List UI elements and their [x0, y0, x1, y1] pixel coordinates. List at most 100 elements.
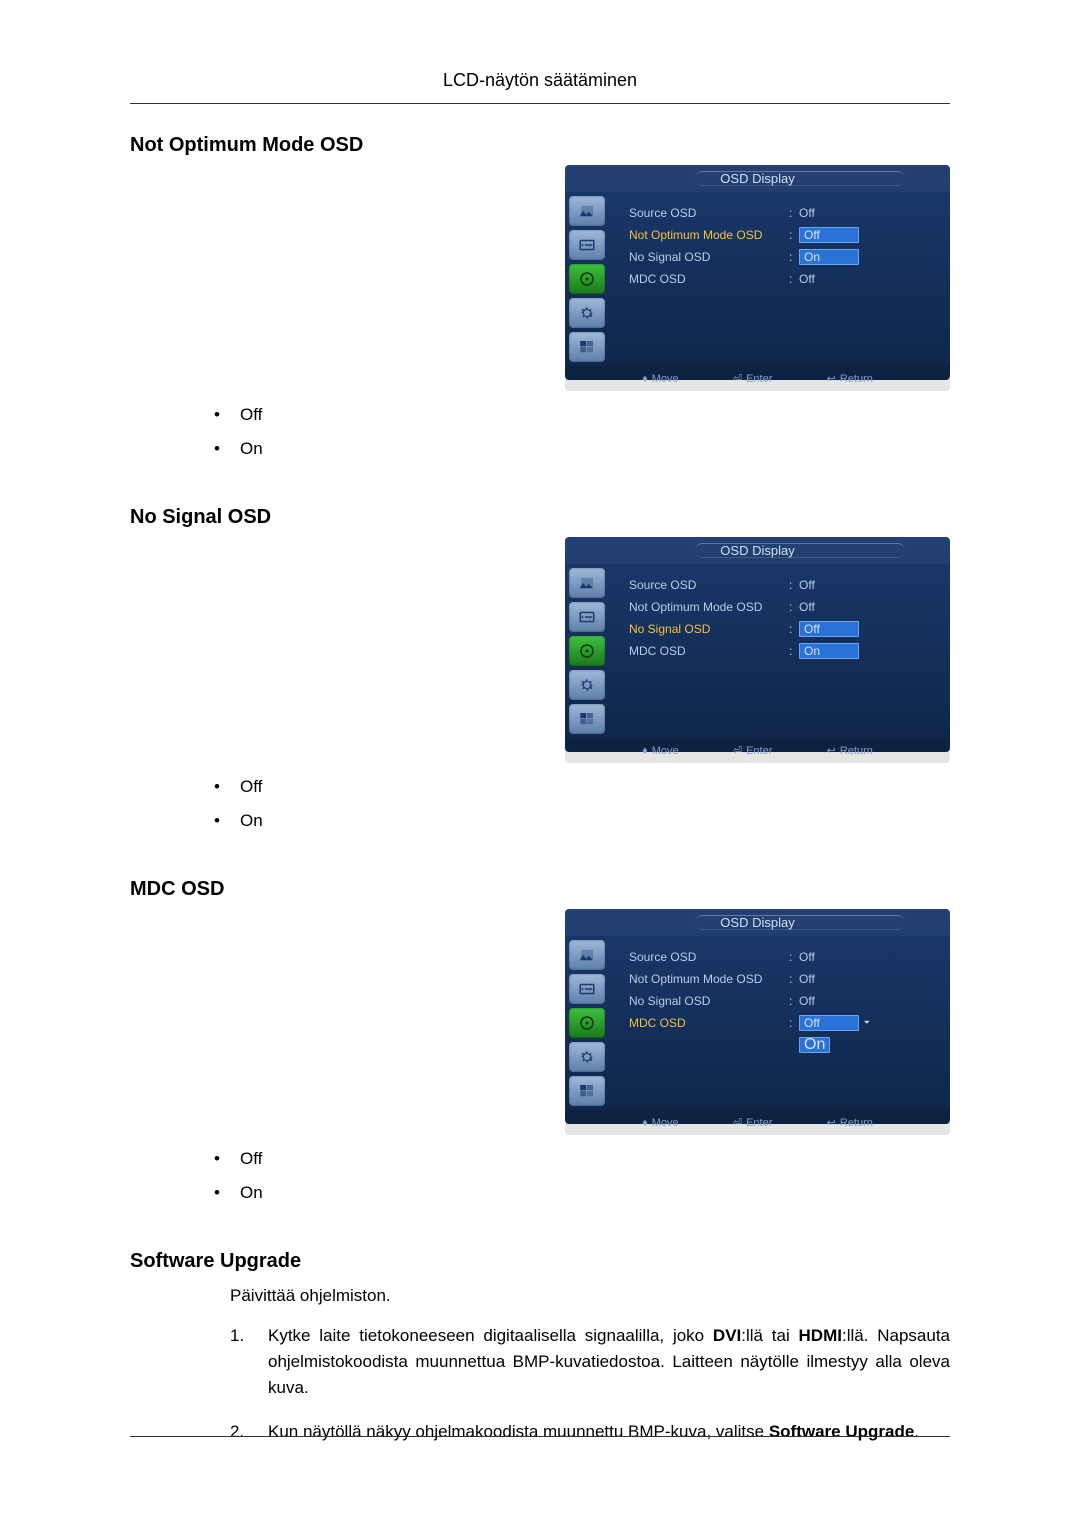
- osd-label: MDC OSD: [629, 644, 789, 658]
- osd-tab-picture[interactable]: [569, 196, 605, 226]
- osd-hint-move: ♦Move: [642, 745, 679, 757]
- software-intro: Päivittää ohjelmiston.: [130, 1283, 950, 1309]
- osd-row-no_signal[interactable]: No Signal OSD:Off: [629, 618, 940, 640]
- gear-icon: [578, 304, 596, 322]
- multi-icon: [578, 338, 596, 356]
- picture-icon: [578, 574, 596, 592]
- osd-tab-multi[interactable]: [569, 1076, 605, 1106]
- software-step-2: Kun näytöllä näkyy ohjelmakoodista muunn…: [230, 1419, 950, 1445]
- osd-body: Source OSD:OffNot Optimum Mode OSD:OffNo…: [565, 192, 950, 366]
- bullet-off: Off: [240, 398, 950, 432]
- input-icon: [578, 236, 596, 254]
- osd-dropdown-option[interactable]: On: [799, 1036, 940, 1054]
- osd-row-no_signal[interactable]: No Signal OSD:On: [629, 246, 940, 268]
- osd-row-no_signal[interactable]: No Signal OSD:Off: [629, 990, 940, 1012]
- osd-body: Source OSD:OffNot Optimum Mode OSD:OffNo…: [565, 936, 950, 1110]
- osd-tab-setup[interactable]: [569, 1042, 605, 1072]
- osd-row-not_optimum[interactable]: Not Optimum Mode OSD:Off: [629, 596, 940, 618]
- osd-value[interactable]: Off: [799, 578, 859, 592]
- osd-hint-move: ♦Move: [642, 373, 679, 385]
- multi-icon: [578, 710, 596, 728]
- osd-content: Source OSD:OffNot Optimum Mode OSD:OffNo…: [609, 192, 950, 366]
- osd-block-no-signal: OSD DisplaySource OSD:OffNot Optimum Mod…: [130, 537, 950, 752]
- osd-value[interactable]: On: [799, 643, 859, 659]
- software-steps: Kytke laite tietokoneeseen digitaalisell…: [130, 1323, 950, 1445]
- osd-row-source[interactable]: Source OSD:Off: [629, 202, 940, 224]
- osd-value[interactable]: Off: [799, 600, 859, 614]
- disc-icon: [578, 642, 596, 660]
- osd-tab-osd-display[interactable]: [569, 264, 605, 294]
- disc-icon: [578, 1014, 596, 1032]
- osd-tab-input[interactable]: [569, 230, 605, 260]
- osd-row-source[interactable]: Source OSD:Off: [629, 946, 940, 968]
- osd-value[interactable]: Off: [799, 972, 859, 986]
- return-icon: ↩: [827, 744, 836, 757]
- osd-tab-multi[interactable]: [569, 704, 605, 734]
- osd-row-mdc[interactable]: MDC OSD:Off: [629, 1012, 940, 1034]
- osd-sidebar: [565, 936, 609, 1110]
- osd-footer: ♦Move⏎Enter↩Return: [565, 366, 950, 391]
- osd-footer: ♦Move⏎Enter↩Return: [565, 1110, 950, 1135]
- osd-label: Source OSD: [629, 206, 789, 220]
- osd-value[interactable]: Off: [799, 206, 859, 220]
- osd-tab-osd-display[interactable]: [569, 1008, 605, 1038]
- gear-icon: [578, 676, 596, 694]
- bullet-on: On: [240, 804, 950, 838]
- osd-label: Not Optimum Mode OSD: [629, 228, 789, 242]
- osd-panel: OSD DisplaySource OSD:OffNot Optimum Mod…: [565, 165, 950, 380]
- updown-icon: ♦: [642, 745, 648, 757]
- enter-icon: ⏎: [733, 744, 742, 757]
- osd-tab-input[interactable]: [569, 602, 605, 632]
- osd-panel: OSD DisplaySource OSD:OffNot Optimum Mod…: [565, 537, 950, 752]
- osd-block-not-optimum: OSD DisplaySource OSD:OffNot Optimum Mod…: [130, 165, 950, 380]
- osd-tab-setup[interactable]: [569, 298, 605, 328]
- osd-label: MDC OSD: [629, 1016, 789, 1030]
- osd-label: No Signal OSD: [629, 622, 789, 636]
- updown-icon: ♦: [642, 1117, 648, 1129]
- osd-footer: ♦Move⏎Enter↩Return: [565, 738, 950, 763]
- osd-row-mdc[interactable]: MDC OSD:On: [629, 640, 940, 662]
- osd-row-not_optimum[interactable]: Not Optimum Mode OSD:Off: [629, 224, 940, 246]
- osd-value[interactable]: On: [799, 1037, 830, 1053]
- osd-hint-move: ♦Move: [642, 1117, 679, 1129]
- osd-row-mdc[interactable]: MDC OSD:Off: [629, 268, 940, 290]
- heading-no-signal: No Signal OSD: [130, 506, 950, 529]
- gear-icon: [578, 1048, 596, 1066]
- osd-body: Source OSD:OffNot Optimum Mode OSD:OffNo…: [565, 564, 950, 738]
- osd-value[interactable]: Off: [799, 950, 859, 964]
- osd-value[interactable]: Off: [799, 272, 859, 286]
- osd-value[interactable]: Off: [799, 994, 859, 1008]
- osd-hint-enter: ⏎Enter: [733, 1116, 773, 1129]
- osd-tab-multi[interactable]: [569, 332, 605, 362]
- osd-tab-picture[interactable]: [569, 568, 605, 598]
- osd-tab-osd-display[interactable]: [569, 636, 605, 666]
- osd-block-mdc: OSD DisplaySource OSD:OffNot Optimum Mod…: [130, 909, 950, 1124]
- osd-tab-input[interactable]: [569, 974, 605, 1004]
- osd-title: OSD Display: [565, 165, 950, 192]
- bullet-list-mdc: Off On: [130, 1132, 950, 1230]
- bullet-on: On: [240, 432, 950, 466]
- enter-icon: ⏎: [733, 372, 742, 385]
- osd-title: OSD Display: [565, 909, 950, 936]
- osd-panel: OSD DisplaySource OSD:OffNot Optimum Mod…: [565, 909, 950, 1124]
- updown-icon: ♦: [642, 373, 648, 385]
- osd-tab-picture[interactable]: [569, 940, 605, 970]
- osd-value[interactable]: Off: [799, 1015, 859, 1031]
- software-step-1: Kytke laite tietokoneeseen digitaalisell…: [230, 1323, 950, 1401]
- picture-icon: [578, 946, 596, 964]
- osd-hint-return: ↩Return: [827, 372, 873, 385]
- osd-sidebar: [565, 192, 609, 366]
- osd-label: Source OSD: [629, 578, 789, 592]
- return-icon: ↩: [827, 372, 836, 385]
- osd-value[interactable]: Off: [799, 621, 859, 637]
- enter-icon: ⏎: [733, 1116, 742, 1129]
- footer-rule: [130, 1436, 950, 1437]
- bullet-off: Off: [240, 1142, 950, 1176]
- osd-label: Not Optimum Mode OSD: [629, 600, 789, 614]
- osd-value[interactable]: Off: [799, 227, 859, 243]
- return-icon: ↩: [827, 1116, 836, 1129]
- osd-tab-setup[interactable]: [569, 670, 605, 700]
- osd-row-not_optimum[interactable]: Not Optimum Mode OSD:Off: [629, 968, 940, 990]
- osd-row-source[interactable]: Source OSD:Off: [629, 574, 940, 596]
- osd-value[interactable]: On: [799, 249, 859, 265]
